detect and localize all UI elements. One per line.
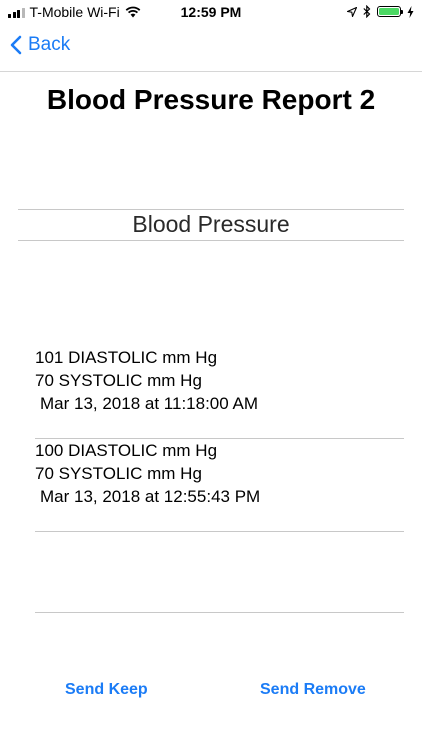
reading-row[interactable]: 100 DIASTOLIC mm Hg 70 SYSTOLIC mm Hg Ma…: [35, 439, 404, 532]
chevron-left-icon: [10, 35, 22, 55]
status-bar: T-Mobile Wi-Fi 12:59 PM: [0, 0, 422, 24]
bluetooth-icon: [363, 5, 371, 18]
section-title: Blood Pressure: [132, 211, 290, 237]
list-divider-bottom: [35, 612, 404, 613]
section-divider-top: [18, 209, 404, 210]
location-arrow-icon: [347, 6, 357, 17]
section-divider-bottom: [18, 240, 404, 241]
reading-timestamp: Mar 13, 2018 at 12:55:43 PM: [40, 487, 261, 506]
reading-timestamp: Mar 13, 2018 at 11:18:00 AM: [40, 394, 258, 413]
battery-icon: [377, 6, 403, 17]
diastolic-value: 101 DIASTOLIC mm Hg: [35, 348, 218, 367]
back-button[interactable]: Back: [10, 34, 70, 56]
charging-bolt-icon: [407, 5, 414, 18]
send-remove-button[interactable]: Send Remove: [260, 681, 366, 699]
reading-row[interactable]: 101 DIASTOLIC mm Hg 70 SYSTOLIC mm Hg Ma…: [35, 346, 404, 439]
systolic-value: 70 SYSTOLIC mm Hg: [35, 371, 202, 390]
page-title: Blood Pressure Report 2: [46, 84, 376, 115]
navigation-bar: Back: [0, 24, 422, 72]
systolic-value: 70 SYSTOLIC mm Hg: [35, 464, 202, 483]
readings-list: 101 DIASTOLIC mm Hg 70 SYSTOLIC mm Hg Ma…: [35, 346, 404, 532]
status-right: [347, 5, 414, 18]
back-label: Back: [28, 34, 71, 55]
send-keep-button[interactable]: Send Keep: [65, 681, 148, 699]
diastolic-value: 100 DIASTOLIC mm Hg: [35, 441, 218, 460]
